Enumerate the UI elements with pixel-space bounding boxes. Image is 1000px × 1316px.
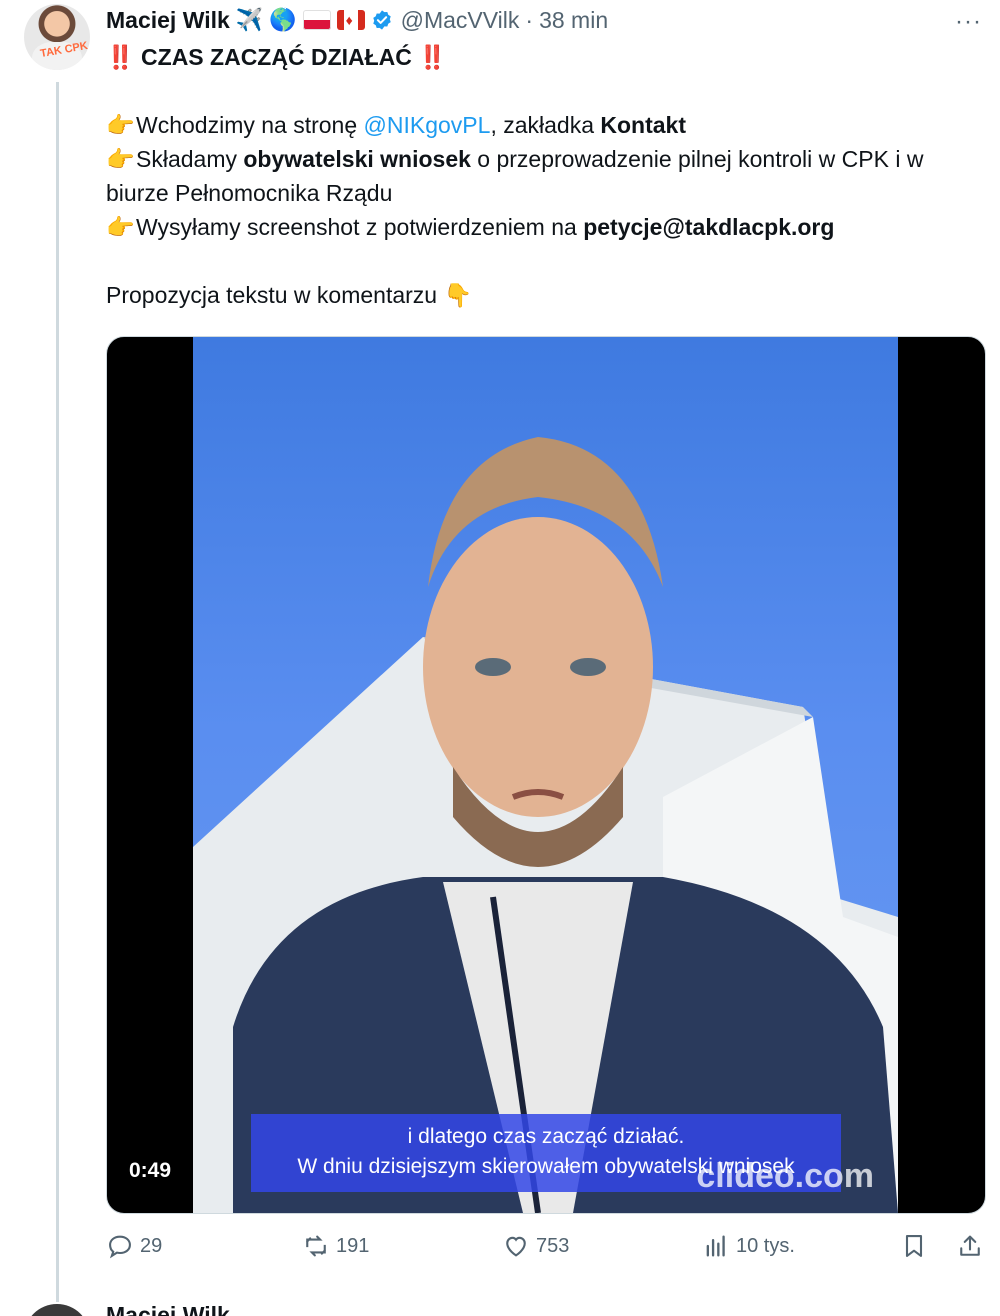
header-separator: · (525, 6, 534, 33)
tweet-timestamp[interactable]: 38 min (539, 7, 608, 34)
next-tweet-avatar[interactable] (24, 1304, 90, 1316)
reply-button[interactable]: 29 (106, 1232, 162, 1260)
reply-count: 29 (140, 1234, 163, 1257)
video-player[interactable]: i dlatego czas zacząć działać. W dniu dz… (106, 336, 986, 1214)
tweet-line-1: 👉Wchodzimy na stronę @NIKgovPL, zakładka… (106, 108, 976, 142)
pointing-right-emoji: 👉 (106, 112, 135, 138)
heart-icon (506, 1236, 526, 1257)
repost-icon (306, 1235, 326, 1257)
analytics-icon (706, 1235, 725, 1257)
like-count: 753 (536, 1234, 570, 1257)
line4-text: Propozycja tekstu w komentarzu (106, 282, 438, 308)
author-avatar[interactable]: TAK CPK (24, 4, 90, 70)
double-exclamation-emoji: ‼️ (418, 44, 447, 70)
like-button[interactable]: 753 (502, 1232, 569, 1260)
bookmark-icon (905, 1235, 923, 1257)
line1-bold-text: Kontakt (600, 112, 687, 138)
line2-bold-text: obywatelski wniosek (243, 146, 471, 172)
view-count: 10 tys. (736, 1234, 795, 1257)
line1-mid-text: , zakładka (490, 112, 601, 138)
headline-text: CZAS ZACZĄĆ DZIAŁAĆ (141, 44, 412, 70)
tweet-line-2: 👉Składamy obywatelski wniosek o przeprow… (106, 142, 976, 210)
line2-text: Składamy (136, 146, 244, 172)
views-button[interactable]: 10 tys. (702, 1232, 795, 1260)
double-exclamation-emoji: ‼️ (106, 44, 135, 70)
tweet-text: ‼️ CZAS ZACZĄĆ DZIAŁAĆ ‼️ 👉Wchodzimy na … (106, 40, 976, 312)
author-name[interactable]: Maciej Wilk (106, 7, 230, 34)
next-tweet-preview[interactable]: Maciej Wilk (0, 1296, 1000, 1316)
repost-count: 191 (336, 1234, 370, 1257)
line1-text: Wchodzimy na stronę (136, 112, 364, 138)
bookmark-button[interactable] (900, 1232, 934, 1260)
mention-link[interactable]: @NIKgovPL (364, 112, 491, 138)
reply-icon (109, 1235, 131, 1259)
airplane-emoji: ✈️ (235, 7, 264, 32)
canada-flag-icon (336, 10, 365, 30)
tweet-actions-bar: 29 191 753 10 tys. (106, 1232, 986, 1272)
subtitle-line-1: i dlatego czas zacząć działać. (407, 1125, 685, 1148)
tweet-headline: ‼️ CZAS ZACZĄĆ DZIAŁAĆ ‼️ (106, 40, 976, 74)
repost-button[interactable]: 191 (302, 1232, 369, 1260)
tweet-line-4: Propozycja tekstu w komentarzu 👇 (106, 278, 976, 312)
share-button[interactable] (956, 1232, 990, 1260)
email-text: petycje@takdlacpk.org (583, 214, 835, 240)
line3-text: Wysyłamy screenshot z potwierdzeniem na (136, 214, 584, 240)
tweet-header: Maciej Wilk ✈️ 🌎 @MacVVilk · 38 min (106, 4, 608, 36)
next-tweet-author-name[interactable]: Maciej Wilk (106, 1302, 230, 1316)
share-icon (960, 1235, 980, 1256)
video-duration: 0:49 (129, 1159, 172, 1182)
tweet-line-3: 👉Wysyłamy screenshot z potwierdzeniem na… (106, 210, 976, 244)
video-watermark: clideo.com (696, 1157, 874, 1195)
thread-connector-line (56, 82, 59, 1302)
verified-badge-icon (372, 10, 391, 30)
speaker-graphic (233, 437, 898, 1213)
globe-emoji: 🌎 (269, 7, 297, 32)
poland-flag-icon (302, 10, 331, 30)
author-handle[interactable]: @MacVVilk (401, 7, 520, 34)
pointing-right-emoji: 👉 (106, 214, 135, 240)
video-frame[interactable]: i dlatego czas zacząć działać. W dniu dz… (193, 337, 898, 1213)
more-options-icon[interactable]: ··· (955, 8, 982, 36)
pointing-down-emoji: 👇 (443, 282, 473, 308)
pointing-right-emoji: 👉 (106, 146, 135, 172)
